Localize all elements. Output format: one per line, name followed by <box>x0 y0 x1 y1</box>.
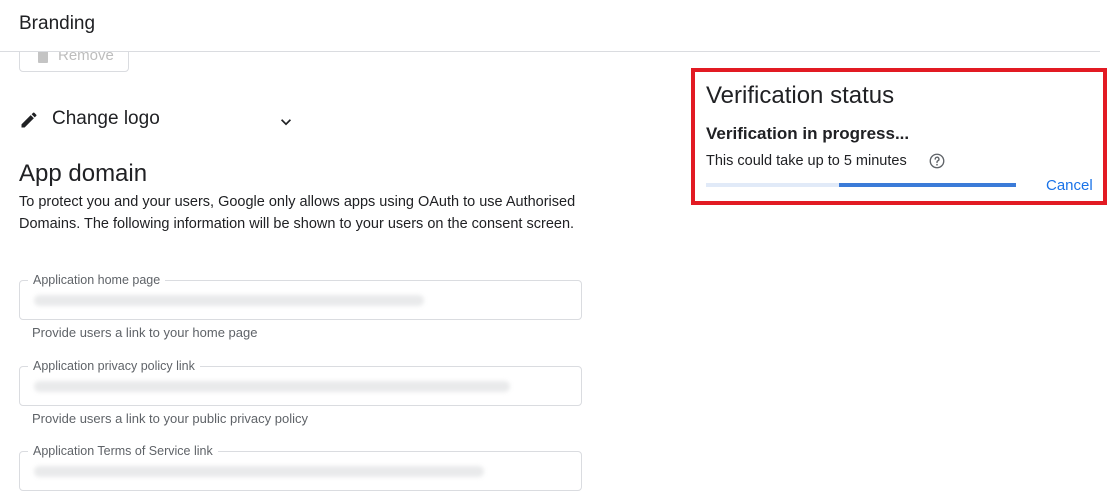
chevron-down-icon[interactable] <box>276 112 296 132</box>
privacy-policy-field-label: Application privacy policy link <box>28 358 200 374</box>
page-title: Branding <box>19 13 96 34</box>
home-page-field-label: Application home page <box>28 272 166 288</box>
verification-time-note: This could take up to 5 minutes <box>706 153 907 169</box>
help-circle-icon[interactable] <box>928 152 946 170</box>
cancel-verification-button[interactable]: Cancel <box>1046 177 1093 194</box>
verification-status-text: Verification in progress... <box>706 124 910 143</box>
app-domain-title: App domain <box>19 160 148 187</box>
privacy-policy-hint: Provide users a link to your public priv… <box>32 411 309 426</box>
page-header: Branding <box>0 0 1100 52</box>
home-page-hint: Provide users a link to your home page <box>32 325 258 340</box>
home-page-field-value <box>34 295 424 306</box>
privacy-policy-field-value <box>34 381 510 392</box>
verification-title: Verification status <box>706 82 895 109</box>
branding-page: Branding Remove Change logo App domain T… <box>0 0 1114 495</box>
verification-progress-fill <box>839 183 1016 187</box>
trash-icon <box>38 51 48 63</box>
verification-progress-bar <box>706 183 1016 187</box>
privacy-policy-field[interactable]: Application privacy policy link <box>19 358 582 406</box>
terms-of-service-field[interactable]: Application Terms of Service link <box>19 443 582 491</box>
verification-status-panel: Verification status Verification in prog… <box>691 68 1107 205</box>
terms-of-service-field-label: Application Terms of Service link <box>28 443 218 459</box>
home-page-field[interactable]: Application home page <box>19 272 582 320</box>
change-logo-label: Change logo <box>52 108 160 129</box>
terms-of-service-field-value <box>34 466 484 477</box>
app-domain-description: To protect you and your users, Google on… <box>19 194 576 232</box>
change-logo-expander[interactable]: Change logo <box>19 106 299 136</box>
pencil-icon <box>21 112 37 128</box>
